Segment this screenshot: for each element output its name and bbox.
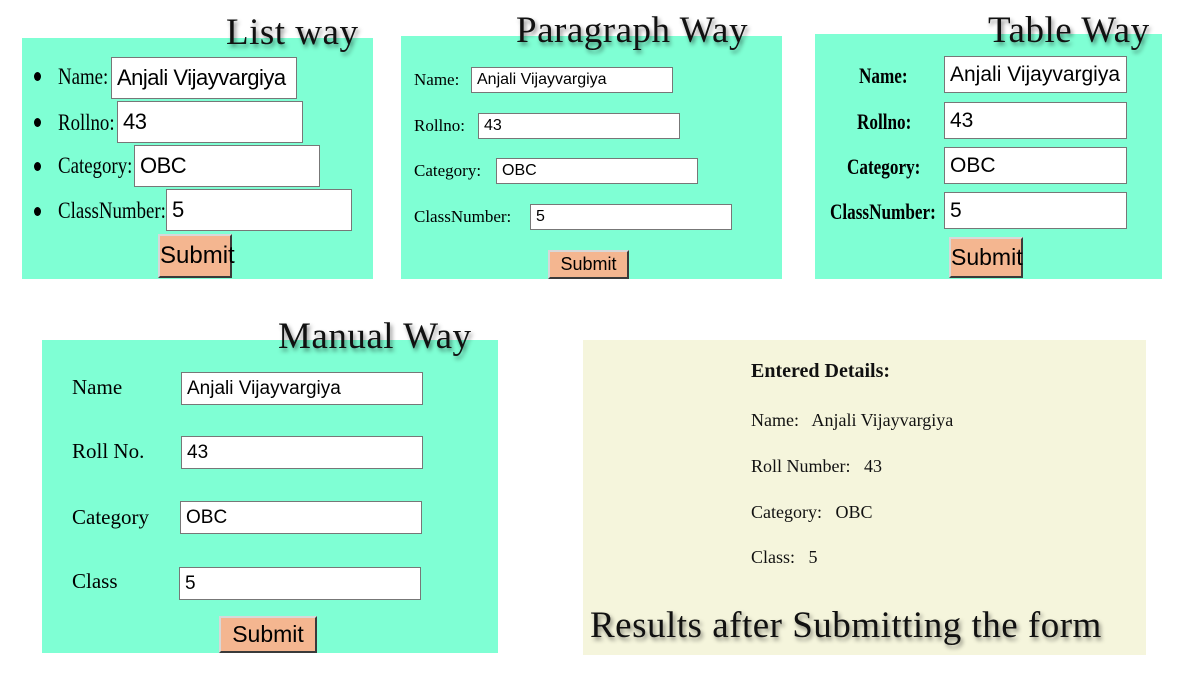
rollno-input[interactable] (181, 436, 423, 469)
manual-way-caption: Manual Way (278, 316, 472, 357)
list-way-caption: List way (226, 12, 359, 53)
class-input[interactable] (179, 567, 421, 600)
result-value: 5 (808, 547, 818, 567)
bullet-icon (34, 162, 41, 171)
name-label: Name: (414, 70, 460, 89)
rollno-label: Rollno: (58, 110, 115, 135)
bullet-icon (34, 207, 41, 216)
result-row-rollnumber: Roll Number: 43 (751, 456, 882, 477)
name-input[interactable] (181, 372, 423, 405)
classnumber-label: ClassNumber: (830, 199, 936, 224)
name-label: Name: (58, 64, 109, 89)
result-label: Name: (751, 410, 799, 430)
rollno-input[interactable] (478, 113, 680, 139)
name-input[interactable] (471, 67, 673, 93)
manual-way-form: Name Roll No. Category Class Submit (42, 340, 498, 653)
paragraph-way-caption: Paragraph Way (516, 10, 748, 51)
result-label: Class: (751, 547, 796, 567)
submit-button[interactable]: Submit (158, 234, 235, 278)
name-input[interactable] (111, 57, 297, 99)
name-input[interactable] (944, 56, 1127, 93)
category-input[interactable] (944, 147, 1127, 184)
category-label: Category (72, 505, 149, 529)
bullet-icon (34, 118, 41, 127)
table-way-caption: Table Way (988, 10, 1150, 51)
classnumber-input[interactable] (166, 189, 352, 231)
classnumber-input[interactable] (530, 204, 732, 230)
submit-button[interactable]: Submit (949, 237, 1023, 278)
paragraph-way-form: Name: Rollno: Category: ClassNumber: Sub… (401, 36, 782, 279)
category-input[interactable] (134, 145, 320, 187)
rollno-label: Roll No. (72, 439, 145, 463)
result-label: Roll Number: (751, 456, 851, 476)
list-way-form: Name: Rollno: Category: ClassNumber: Sub… (22, 38, 373, 279)
bullet-icon (34, 72, 41, 81)
class-label: Class (72, 569, 118, 593)
result-value: 43 (864, 456, 882, 476)
classnumber-label: ClassNumber: (414, 207, 512, 226)
result-value: OBC (835, 502, 873, 522)
submit-button[interactable]: Submit (219, 616, 317, 653)
name-label: Name (72, 375, 123, 399)
rollno-input[interactable] (944, 102, 1127, 139)
rollno-input[interactable] (117, 101, 303, 143)
category-input[interactable] (496, 158, 698, 184)
result-value: Anjali Vijayvargiya (811, 410, 954, 430)
rollno-label: Rollno: (857, 109, 912, 134)
name-label: Name: (859, 63, 908, 88)
results-caption: Results after Submitting the form (590, 605, 1102, 646)
category-label: Category: (58, 153, 133, 178)
category-input[interactable] (180, 501, 422, 534)
table-way-form: Name: Rollno: Category: ClassNumber: Sub… (815, 34, 1162, 279)
rollno-label: Rollno: (414, 116, 466, 135)
result-label: Category: (751, 502, 822, 522)
classnumber-label: ClassNumber: (58, 198, 166, 223)
result-row-class: Class: 5 (751, 547, 818, 568)
result-row-category: Category: OBC (751, 502, 873, 523)
category-label: Category: (414, 161, 482, 180)
result-row-name: Name: Anjali Vijayvargiya (751, 410, 953, 431)
results-heading: Entered Details: (751, 360, 891, 382)
classnumber-input[interactable] (944, 192, 1127, 229)
category-label: Category: (847, 154, 921, 179)
submit-button[interactable]: Submit (548, 250, 629, 279)
